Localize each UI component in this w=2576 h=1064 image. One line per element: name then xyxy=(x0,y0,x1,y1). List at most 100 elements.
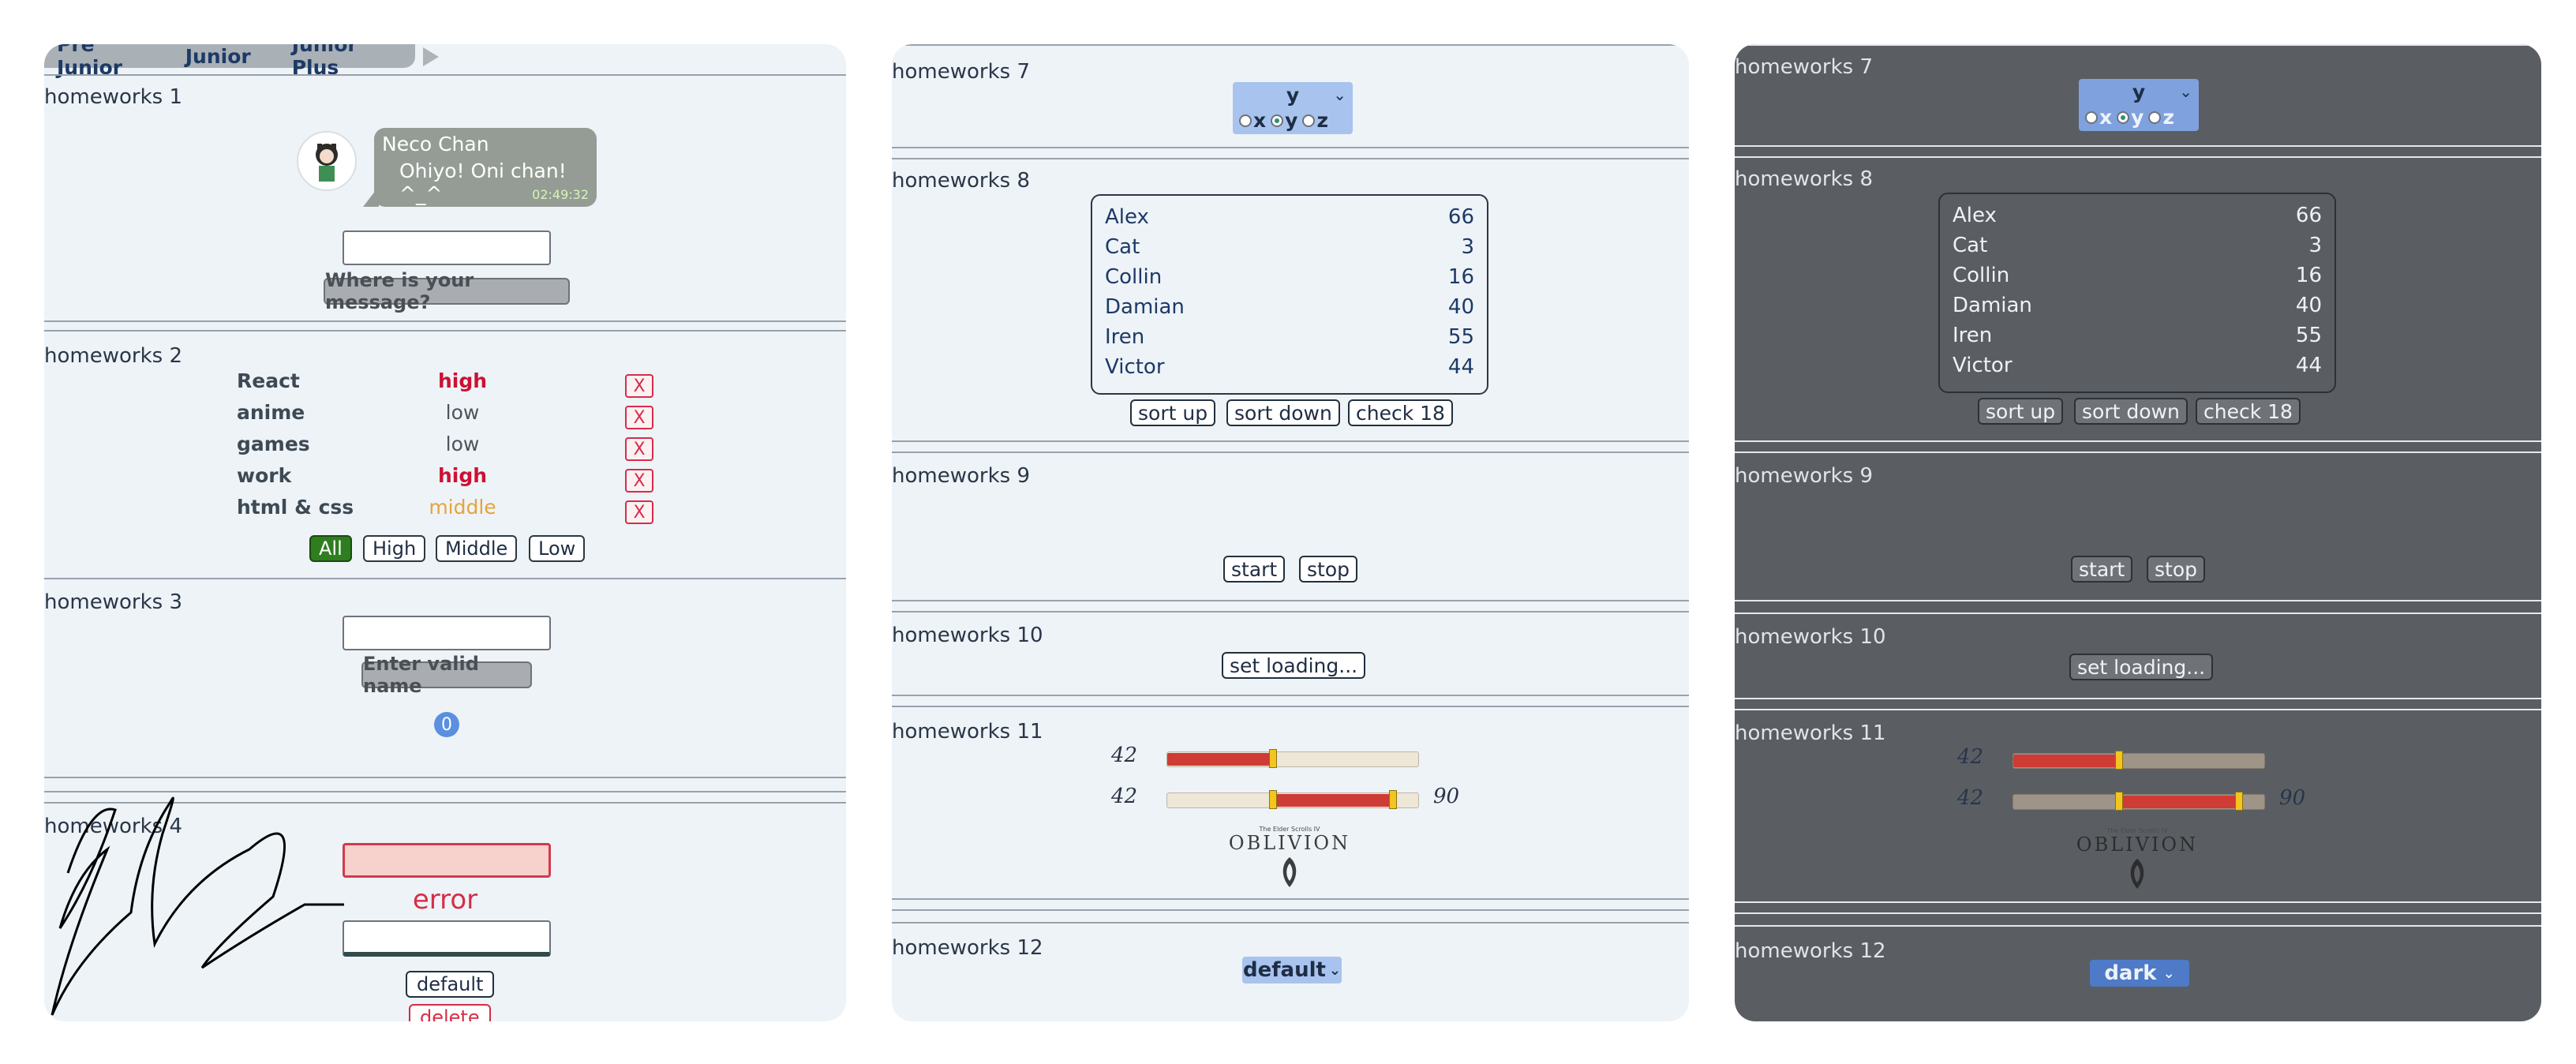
person-name: Cat xyxy=(1953,234,1988,257)
clock-stop-button[interactable]: stop xyxy=(1299,556,1357,583)
range2-thumb-min[interactable] xyxy=(1268,790,1277,809)
divider xyxy=(892,451,1689,453)
chevron-down-icon: ⌄ xyxy=(2179,82,2192,101)
divider xyxy=(892,440,1689,442)
hw1-title: homeworks 1 xyxy=(44,85,182,109)
divider xyxy=(892,44,1689,46)
oblivion-logo: The Elder Scrolls IV OBLIVION xyxy=(2066,827,2208,894)
range1-thumb[interactable] xyxy=(2114,751,2123,770)
person-name: Collin xyxy=(1105,265,1163,289)
hw7-radio-group: x y z xyxy=(2085,106,2179,129)
affair-delete-button[interactable]: X xyxy=(625,469,653,493)
hw2-title: homeworks 2 xyxy=(44,344,182,368)
check-18-button[interactable]: check 18 xyxy=(2196,398,2301,425)
range1-thumb[interactable] xyxy=(1268,749,1277,768)
clock-stop-button[interactable]: stop xyxy=(2147,556,2205,583)
range2-thumb-max[interactable] xyxy=(1389,790,1398,809)
theme-select[interactable]: dark ⌄ xyxy=(2090,960,2189,987)
person-age: 66 xyxy=(1447,205,1474,229)
hw3-name-input[interactable] xyxy=(343,616,551,650)
hw4-delete-button[interactable]: delete xyxy=(409,1004,491,1021)
person-name: Alex xyxy=(1953,204,1997,227)
clock-start-button[interactable]: start xyxy=(2071,556,2133,583)
hw3-greet-button[interactable]: Enter valid name xyxy=(361,653,532,697)
person-name: Collin xyxy=(1953,264,2010,287)
range1-slider[interactable] xyxy=(1166,749,1419,768)
theme-select[interactable]: default ⌄ xyxy=(1242,957,1342,983)
chevron-down-icon: ⌄ xyxy=(2162,965,2175,982)
radio-y[interactable] xyxy=(2117,111,2130,124)
range2-fill xyxy=(2118,796,2240,808)
hw10-title: homeworks 10 xyxy=(892,624,1043,647)
message-bubble: Neco Chan Ohiyo! Oni chan! ^_^ 02:49:32 xyxy=(374,128,597,207)
person-name: Victor xyxy=(1953,354,2012,377)
theme-select-value: default xyxy=(1242,958,1326,982)
hw9-title: homeworks 9 xyxy=(892,464,1030,488)
radio-z[interactable] xyxy=(1302,114,1316,127)
radio-x[interactable] xyxy=(1239,114,1252,127)
hw7-select[interactable]: y ⌄ x y z xyxy=(2079,79,2199,131)
divider xyxy=(892,600,1689,601)
divider xyxy=(1735,925,2541,927)
sort-down-button[interactable]: sort down xyxy=(1226,399,1340,426)
nav-junior[interactable]: Junior xyxy=(185,45,251,68)
hw1-message-input[interactable] xyxy=(343,230,551,265)
person-row: Victor 44 xyxy=(1105,355,1474,384)
person-name: Victor xyxy=(1105,355,1165,379)
affair-delete-button[interactable]: X xyxy=(625,374,653,398)
range1-slider[interactable] xyxy=(2012,751,2265,770)
filter-high-button[interactable]: High xyxy=(363,535,426,562)
person-age: 44 xyxy=(2295,354,2322,377)
affair-delete-button[interactable]: X xyxy=(625,406,653,429)
hw7-title: homeworks 7 xyxy=(892,60,1030,84)
sort-up-button[interactable]: sort up xyxy=(1130,399,1216,426)
person-age: 55 xyxy=(1447,325,1474,349)
nav-toggle-arrow-icon[interactable] xyxy=(423,47,439,66)
range2-max-value: 90 xyxy=(2279,786,2306,810)
divider xyxy=(892,695,1689,696)
range2-slider[interactable] xyxy=(1166,790,1419,809)
affair-delete-button[interactable]: X xyxy=(625,500,653,524)
radio-z[interactable] xyxy=(2148,111,2162,124)
range2-thumb-min[interactable] xyxy=(2114,792,2123,811)
filter-all-button[interactable]: All xyxy=(309,535,352,562)
divider xyxy=(1735,912,2541,914)
check-18-button[interactable]: check 18 xyxy=(1348,399,1453,426)
range1-value: 42 xyxy=(1957,745,1984,769)
clock-start-button[interactable]: start xyxy=(1223,556,1286,583)
range2-slider[interactable] xyxy=(2012,792,2265,811)
person-row: Iren 55 xyxy=(1953,324,2322,352)
affair-priority: high xyxy=(437,369,488,392)
sort-down-button[interactable]: sort down xyxy=(2074,398,2188,425)
person-name: Iren xyxy=(1105,325,1145,349)
panel-homeworks-7-12-light: homeworks 7 y ⌄ x y z homeworks 8 Alex 66… xyxy=(892,44,1689,1021)
person-row: Alex 66 xyxy=(1105,205,1474,234)
hw7-select[interactable]: y ⌄ x y z xyxy=(1233,82,1353,134)
divider xyxy=(1735,709,2541,710)
panel-homeworks-7-12-dark: homeworks 7 y ⌄ x y z homeworks 8 Alex 66… xyxy=(1735,44,2541,1021)
filter-low-button[interactable]: Low xyxy=(529,535,586,562)
range2-thumb-max[interactable] xyxy=(2235,792,2244,811)
set-loading-button[interactable]: set loading... xyxy=(1222,652,1366,679)
radio-x[interactable] xyxy=(2085,111,2098,124)
affair-name: React xyxy=(237,369,300,392)
affair-delete-button[interactable]: X xyxy=(625,437,653,461)
divider xyxy=(892,922,1689,924)
person-row: Victor 44 xyxy=(1953,354,2322,382)
divider xyxy=(892,706,1689,707)
divider xyxy=(892,909,1689,911)
hw4-default-button[interactable]: default xyxy=(406,971,495,998)
person-age: 40 xyxy=(2295,294,2322,317)
radio-y[interactable] xyxy=(1271,114,1284,127)
set-loading-button[interactable]: set loading... xyxy=(2069,654,2214,680)
person-row: Damian 40 xyxy=(1953,294,2322,322)
filter-middle-button[interactable]: Middle xyxy=(436,535,518,562)
sort-up-button[interactable]: sort up xyxy=(1978,398,2064,425)
person-name: Iren xyxy=(1953,324,1993,347)
person-name: Damian xyxy=(1105,295,1185,319)
hw9-title: homeworks 9 xyxy=(1735,464,1873,488)
hw1-send-button[interactable]: Where is your message? xyxy=(324,269,570,313)
panel-homeworks-1-4: Pre Junior Junior Junior Plus homeworks … xyxy=(44,44,846,1021)
message-author: Neco Chan xyxy=(382,133,489,155)
affair-priority: middle xyxy=(429,496,496,519)
